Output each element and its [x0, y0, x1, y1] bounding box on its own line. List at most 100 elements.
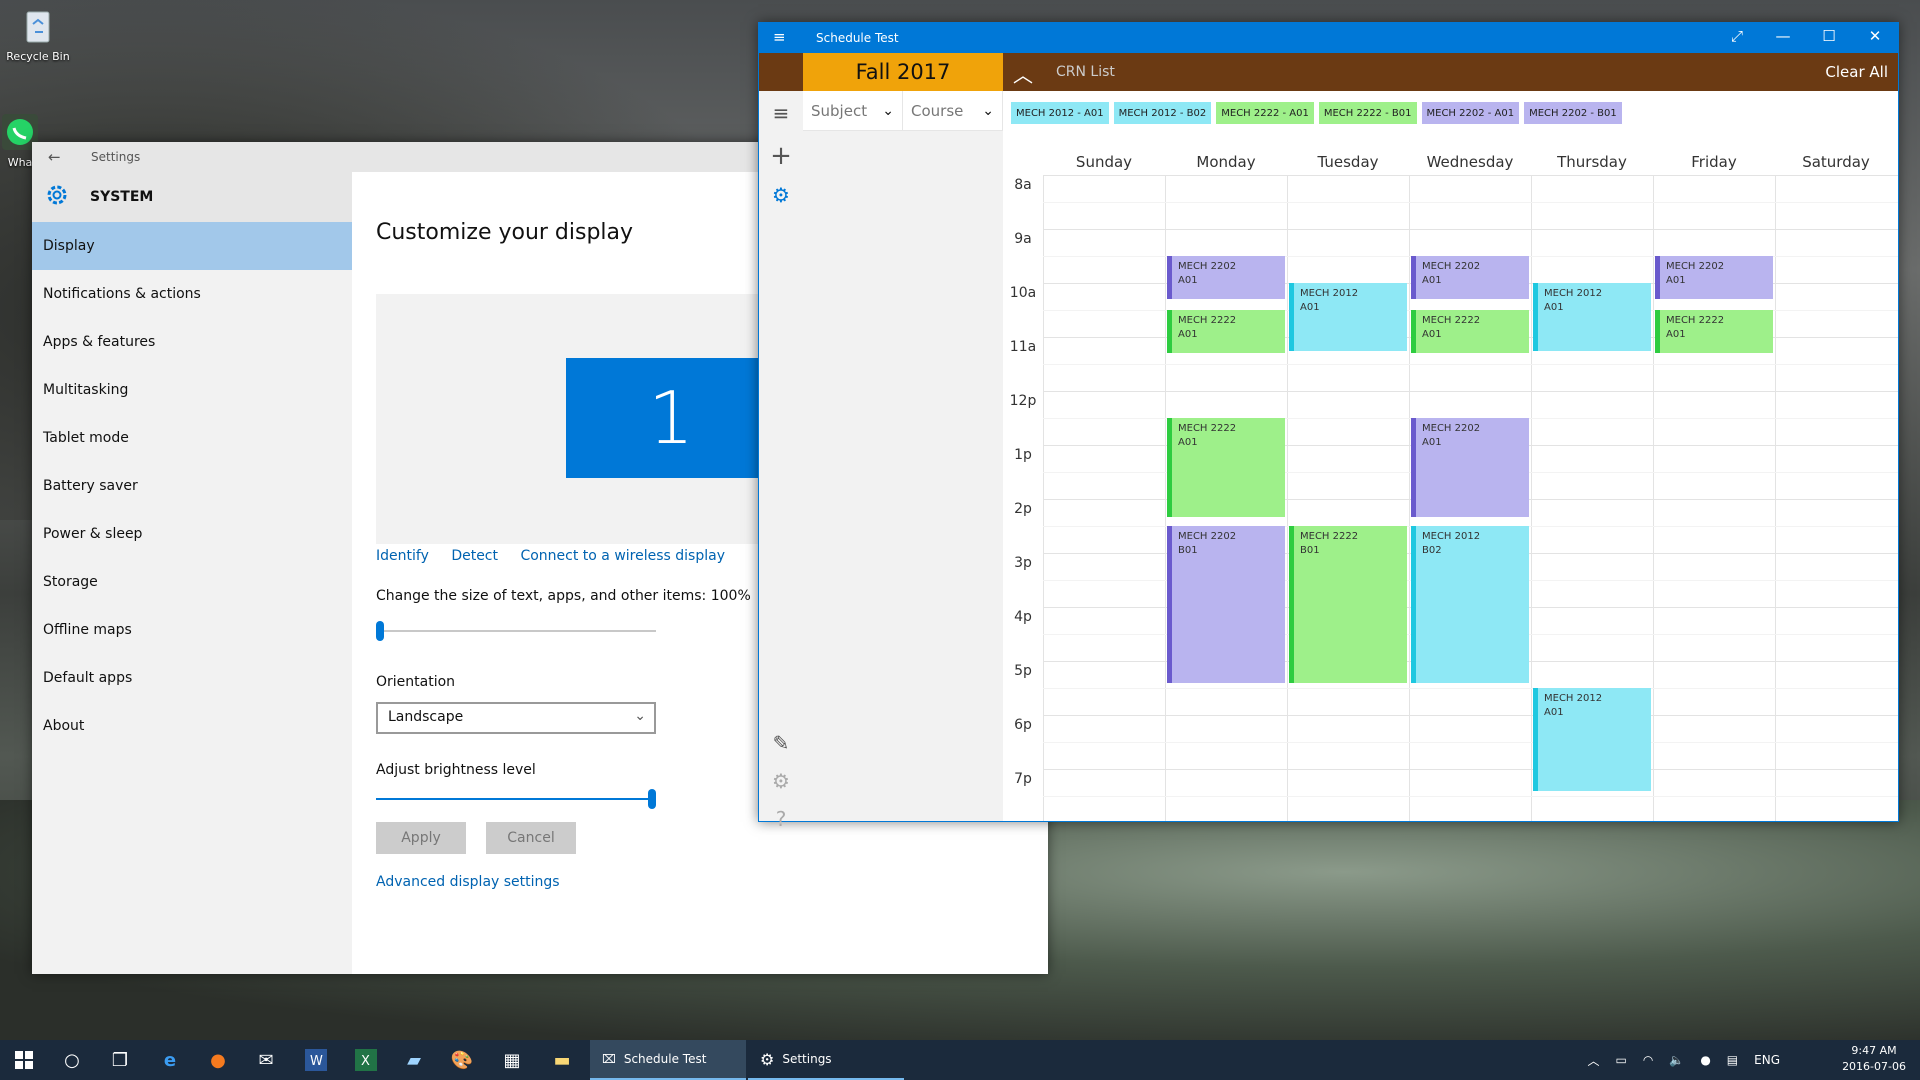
firefox-icon[interactable]: ● — [194, 1040, 242, 1080]
crn-chip[interactable]: MECH 2202 - B01 — [1524, 102, 1622, 124]
sidebar-item-offline-maps[interactable]: Offline maps — [32, 606, 352, 654]
onedrive-icon[interactable]: ● — [1700, 1053, 1710, 1067]
day-divider — [1043, 175, 1044, 821]
start-windows-icon[interactable] — [0, 1040, 48, 1080]
collapse-caret-icon[interactable]: ︿ — [1013, 59, 1033, 88]
system-tray: ︿ ▭ ◠ 🔈 ● ▤ ENG — [1588, 1040, 1780, 1080]
wireless-display-link[interactable]: Connect to a wireless display — [520, 548, 725, 564]
crn-chip[interactable]: MECH 2012 - B02 — [1113, 102, 1212, 124]
advanced-display-settings-link[interactable]: Advanced display settings — [376, 874, 560, 890]
course-event[interactable]: MECH 2222 A01 — [1411, 310, 1529, 354]
subject-dropdown[interactable]: Subject ⌄ — [803, 91, 903, 130]
course-event[interactable]: MECH 2012 A01 — [1533, 283, 1651, 351]
brightness-slider[interactable] — [376, 789, 656, 809]
apply-button[interactable]: Apply — [376, 822, 466, 854]
orientation-dropdown[interactable]: Landscape ⌄ — [376, 702, 656, 734]
taskbar-app-schedule-test[interactable]: ⌧ Schedule Test — [590, 1040, 746, 1080]
recycle-bin-icon — [18, 6, 58, 46]
sidebar-item-apps[interactable]: Apps & features — [32, 318, 352, 366]
course-dropdown[interactable]: Course ⌄ — [903, 91, 1003, 130]
hour-label: 7p — [1014, 771, 1032, 787]
word-icon[interactable]: W — [292, 1040, 340, 1080]
taskbar-app-label: Settings — [782, 1052, 832, 1066]
course-event[interactable]: MECH 2222 B01 — [1289, 526, 1407, 683]
sidebar-item-battery-saver[interactable]: Battery saver — [32, 462, 352, 510]
settings-gear-icon[interactable]: ⚙ — [769, 183, 793, 207]
menu-icon[interactable]: ≡ — [769, 101, 793, 125]
help-icon[interactable]: ? — [769, 807, 793, 831]
course-event[interactable]: MECH 2012 B02 — [1411, 526, 1529, 683]
course-event[interactable]: MECH 2222 A01 — [1655, 310, 1773, 354]
course-event[interactable]: MECH 2202 B01 — [1167, 526, 1285, 683]
half-hour-gridline — [1043, 202, 1898, 203]
battery-icon[interactable]: ▭ — [1616, 1053, 1627, 1067]
paint-icon[interactable]: 🎨 — [438, 1040, 486, 1080]
cancel-button[interactable]: Cancel — [486, 822, 576, 854]
day-divider — [1775, 175, 1776, 821]
event-section: B01 — [1300, 545, 1320, 556]
volume-muted-icon[interactable]: 🔈 — [1669, 1053, 1684, 1067]
text-size-slider[interactable] — [376, 621, 656, 641]
edge-browser-icon[interactable]: e — [146, 1040, 194, 1080]
task-view-icon[interactable]: ❐ — [96, 1040, 144, 1080]
sidebar-item-default-apps[interactable]: Default apps — [32, 654, 352, 702]
sidebar-item-tablet-mode[interactable]: Tablet mode — [32, 414, 352, 462]
desktop-icon-recycle-bin[interactable]: Recycle Bin — [0, 6, 76, 63]
course-event[interactable]: MECH 2202 A01 — [1655, 256, 1773, 300]
mail-icon[interactable]: ✉ — [242, 1040, 290, 1080]
file-explorer-icon[interactable]: ▬ — [538, 1040, 586, 1080]
back-arrow-icon[interactable]: ← — [48, 148, 61, 166]
language-indicator[interactable]: ENG — [1754, 1053, 1780, 1067]
event-course: MECH 2012 — [1544, 693, 1603, 704]
chevron-down-icon: ⌄ — [882, 102, 894, 119]
excel-icon[interactable]: X — [342, 1040, 390, 1080]
notepad-icon[interactable]: ▰ — [390, 1040, 438, 1080]
course-event[interactable]: MECH 2222 A01 — [1167, 418, 1285, 517]
monitor-1[interactable]: 1 — [566, 358, 776, 478]
hamburger-menu-icon[interactable]: ≡ — [773, 28, 786, 46]
close-icon[interactable]: ✕ — [1852, 27, 1898, 45]
sidebar-item-notifications[interactable]: Notifications & actions — [32, 270, 352, 318]
detect-link[interactable]: Detect — [451, 548, 498, 564]
fullscreen-icon[interactable]: ⤢ — [1714, 27, 1760, 45]
course-event[interactable]: MECH 2202 A01 — [1411, 418, 1529, 517]
course-event[interactable]: MECH 2202 A01 — [1411, 256, 1529, 300]
sidebar-item-power-sleep[interactable]: Power & sleep — [32, 510, 352, 558]
calculator-icon[interactable]: ▦ — [488, 1040, 536, 1080]
hour-label: 1p — [1014, 447, 1032, 463]
pencil-icon[interactable]: ✎ — [769, 731, 793, 755]
course-event[interactable]: MECH 2012 A01 — [1533, 688, 1651, 791]
season-header[interactable]: Fall 2017 — [803, 53, 1003, 91]
course-event[interactable]: MECH 2202 A01 — [1167, 256, 1285, 300]
half-hour-gridline — [1043, 688, 1898, 689]
crn-chip[interactable]: MECH 2222 - B01 — [1318, 102, 1417, 124]
display-links: Identify Detect Connect to a wireless di… — [376, 548, 743, 564]
sidebar-item-display[interactable]: Display — [32, 222, 352, 270]
network-icon[interactable]: ◠ — [1643, 1053, 1653, 1067]
clock[interactable]: 9:47 AM 2016-07-06 — [1842, 1043, 1906, 1075]
course-event[interactable]: MECH 2222 A01 — [1167, 310, 1285, 354]
course-event[interactable]: MECH 2012 A01 — [1289, 283, 1407, 351]
event-section: B02 — [1422, 545, 1442, 556]
clear-all-button[interactable]: Clear All — [1825, 63, 1888, 81]
slider-thumb[interactable] — [648, 789, 656, 809]
crn-chip[interactable]: MECH 2012 - A01 — [1011, 102, 1109, 124]
day-header: Friday — [1691, 153, 1737, 171]
chevron-down-icon: ⌄ — [634, 708, 646, 724]
minimize-icon[interactable]: — — [1760, 27, 1806, 45]
crn-chip[interactable]: MECH 2202 - A01 — [1421, 102, 1520, 124]
action-center-icon[interactable]: ▤ — [1727, 1053, 1738, 1067]
slider-thumb[interactable] — [376, 621, 384, 641]
cortana-search-icon[interactable]: ○ — [48, 1040, 96, 1080]
identify-link[interactable]: Identify — [376, 548, 429, 564]
sidebar-item-storage[interactable]: Storage — [32, 558, 352, 606]
crn-chip[interactable]: MECH 2222 - A01 — [1216, 102, 1314, 124]
hour-label: 6p — [1014, 717, 1032, 733]
taskbar-app-settings[interactable]: ⚙ Settings — [748, 1040, 904, 1080]
gear-icon[interactable]: ⚙ — [769, 769, 793, 793]
sidebar-item-multitasking[interactable]: Multitasking — [32, 366, 352, 414]
add-icon[interactable]: + — [769, 141, 793, 171]
sidebar-item-about[interactable]: About — [32, 702, 352, 750]
maximize-icon[interactable]: ☐ — [1806, 27, 1852, 45]
chevron-up-icon[interactable]: ︿ — [1588, 1052, 1600, 1069]
